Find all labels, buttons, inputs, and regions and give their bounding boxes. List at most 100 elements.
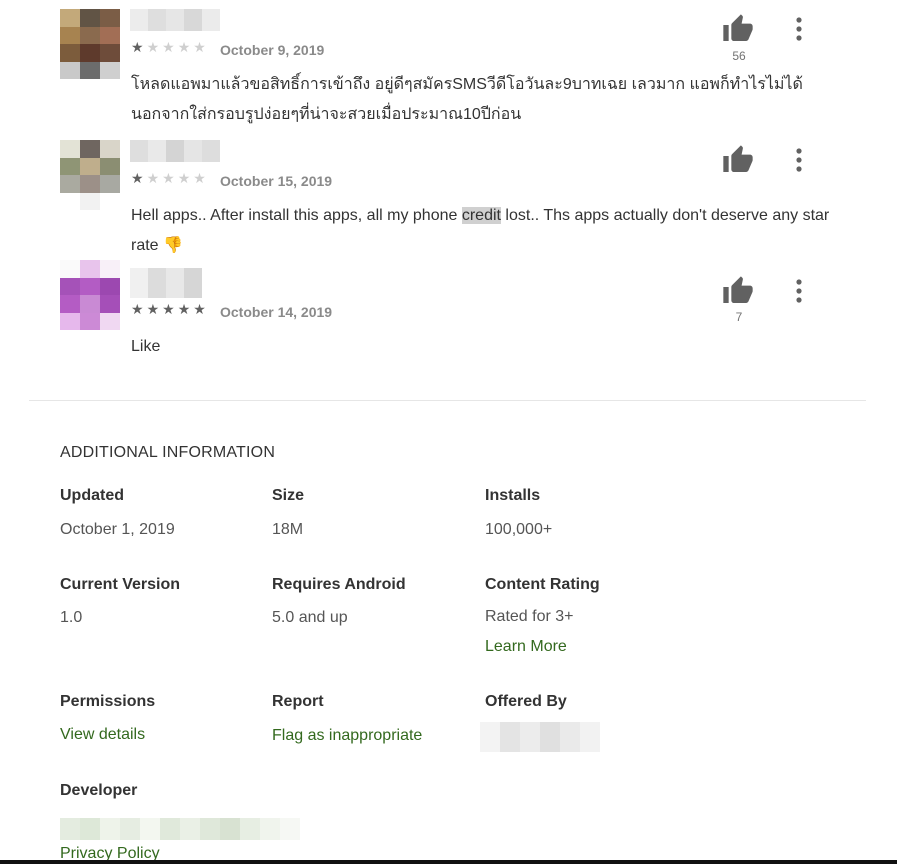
star-rating: ★★★★★ <box>131 171 209 187</box>
star-empty-icon: ★ <box>162 171 178 187</box>
avatar-pixel <box>80 175 100 193</box>
reviewer-name-blurred <box>130 9 220 31</box>
star-rating: ★★★★★ <box>131 302 209 318</box>
star-empty-icon: ★ <box>177 171 194 187</box>
learn-more-link[interactable]: Learn More <box>485 638 567 656</box>
thumbs-up-icon[interactable] <box>722 13 754 45</box>
avatar-pixel <box>60 277 80 295</box>
avatar-pixel <box>100 140 120 158</box>
reviewer-name-blurred <box>130 268 220 298</box>
thumbs-up-icon[interactable] <box>722 144 754 176</box>
star-empty-icon: ★ <box>146 40 163 56</box>
name-pixel <box>130 140 148 162</box>
updated-label: Updated <box>60 487 124 504</box>
reviewer-avatar <box>60 9 120 79</box>
current-version-value: 1.0 <box>60 609 83 626</box>
review-date: October 14, 2019 <box>220 304 333 320</box>
more-options-icon[interactable] <box>790 15 808 43</box>
name-pixel <box>202 9 220 31</box>
name-pixel <box>184 9 202 31</box>
avatar-pixel <box>100 192 120 210</box>
avatar-pixel <box>80 157 100 175</box>
flag-inappropriate-link[interactable]: Flag as inappropriate <box>272 727 422 745</box>
avatar-pixel <box>100 277 120 295</box>
star-empty-icon: ★ <box>146 171 163 187</box>
star-filled-icon: ★ <box>131 40 147 56</box>
avatar-pixel <box>60 192 80 210</box>
requires-android-value: 5.0 and up <box>272 609 348 626</box>
name-pixel <box>148 9 166 31</box>
star-filled-icon: ★ <box>193 302 209 318</box>
section-divider <box>29 400 866 401</box>
name-pixel <box>166 9 184 31</box>
star-filled-icon: ★ <box>131 302 147 318</box>
window-bottom-edge <box>0 860 897 864</box>
reviewer-avatar <box>60 260 120 330</box>
star-filled-icon: ★ <box>177 302 194 318</box>
thumbs-up-icon[interactable] <box>722 275 754 307</box>
star-rating: ★★★★★ <box>131 40 209 56</box>
content-rating-value: Rated for 3+ <box>485 608 574 625</box>
size-label: Size <box>272 487 305 504</box>
avatar-pixel <box>100 295 120 313</box>
name-pixel <box>130 268 148 298</box>
name-pixel <box>148 140 166 162</box>
avatar-pixel <box>100 9 120 27</box>
avatar-pixel <box>80 277 100 295</box>
offered-by-blurred <box>480 722 600 752</box>
name-pixel <box>166 140 184 162</box>
name-pixel <box>166 268 184 298</box>
avatar-pixel <box>60 44 80 62</box>
updated-value: October 1, 2019 <box>60 521 175 538</box>
review-date: October 15, 2019 <box>220 173 333 189</box>
developer-info-blurred <box>60 818 300 840</box>
reviewer-name-blurred <box>130 140 220 162</box>
review-text: โหลดแอพมาแล้วขอสิทธิ์การเข้าถึง อยู่ดีๆส… <box>131 76 803 123</box>
helpful-count: 56 <box>732 49 746 63</box>
avatar-pixel <box>100 157 120 175</box>
more-options-icon[interactable] <box>790 277 808 305</box>
name-pixel <box>202 268 220 298</box>
avatar-pixel <box>60 26 80 44</box>
requires-android-label: Requires Android <box>272 576 406 593</box>
star-empty-icon: ★ <box>177 40 194 56</box>
avatar-pixel <box>60 175 80 193</box>
avatar-pixel <box>60 140 80 158</box>
avatar-pixel <box>80 44 100 62</box>
avatar-pixel <box>60 312 80 330</box>
review-text-part: Hell apps.. After install this apps, all… <box>131 207 462 224</box>
avatar-pixel <box>80 260 100 278</box>
star-empty-icon: ★ <box>162 40 178 56</box>
star-empty-icon: ★ <box>193 171 209 187</box>
developer-label: Developer <box>60 782 138 799</box>
avatar-pixel <box>100 312 120 330</box>
avatar-pixel <box>100 175 120 193</box>
current-version-label: Current Version <box>60 576 181 593</box>
section-title: ADDITIONAL INFORMATION <box>60 444 276 461</box>
avatar-pixel <box>80 140 100 158</box>
view-details-link[interactable]: View details <box>60 726 145 744</box>
avatar-pixel <box>80 61 100 79</box>
star-filled-icon: ★ <box>146 302 163 318</box>
avatar-pixel <box>60 61 80 79</box>
offered-by-label: Offered By <box>485 693 567 710</box>
avatar-pixel <box>60 9 80 27</box>
avatar-pixel <box>60 295 80 313</box>
star-empty-icon: ★ <box>193 40 209 56</box>
review-text: Like <box>131 338 161 355</box>
star-filled-icon: ★ <box>131 171 147 187</box>
avatar-pixel <box>100 26 120 44</box>
avatar-pixel <box>80 26 100 44</box>
avatar-pixel <box>60 157 80 175</box>
size-value: 18M <box>272 521 304 538</box>
avatar-pixel <box>80 295 100 313</box>
permissions-label: Permissions <box>60 693 156 710</box>
avatar-pixel <box>100 61 120 79</box>
avatar-pixel <box>80 192 100 210</box>
avatar-pixel <box>80 312 100 330</box>
installs-value: 100,000+ <box>485 521 553 538</box>
avatar-pixel <box>100 260 120 278</box>
highlighted-word: credit <box>461 207 501 224</box>
more-options-icon[interactable] <box>790 146 808 174</box>
name-pixel <box>184 140 202 162</box>
